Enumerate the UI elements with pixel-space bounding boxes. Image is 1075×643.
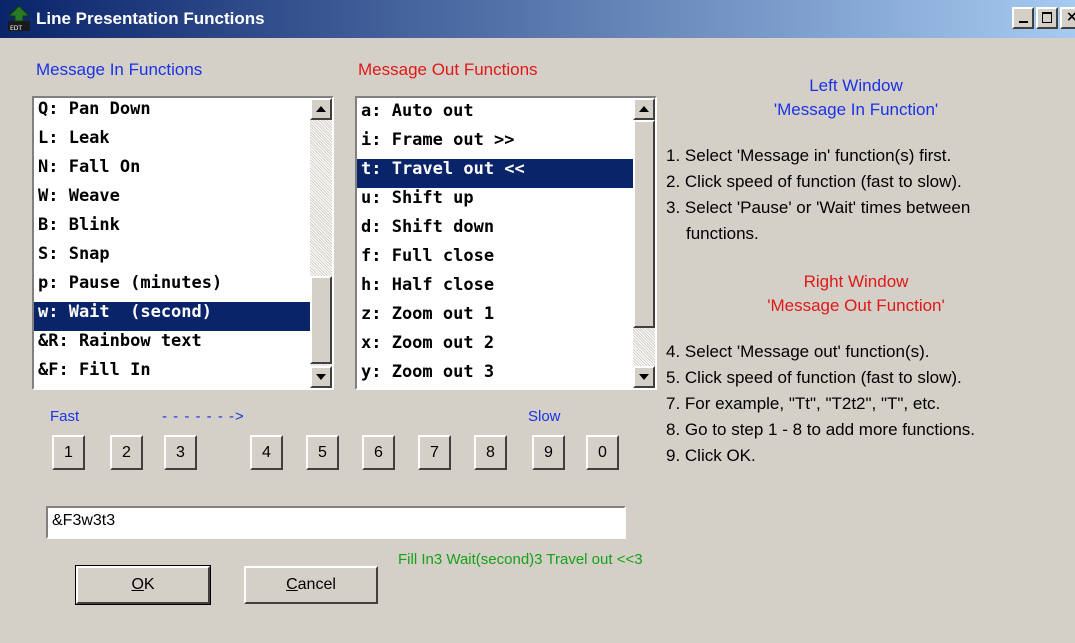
help-step: 1. Select 'Message in' function(s) first… [666, 146, 952, 165]
help-step: 8. Go to step 1 - 8 to add more function… [666, 420, 976, 439]
message-out-items: a: Auto out i: Frame out >> t: Travel out … [357, 101, 633, 388]
list-item[interactable]: N: Fall On [34, 157, 310, 186]
scroll-down-button[interactable] [310, 366, 332, 388]
list-item[interactable]: L: Leak [34, 128, 310, 157]
speed-button-5[interactable]: 5 [306, 435, 339, 470]
speed-button-9[interactable]: 9 [532, 435, 565, 470]
list-item[interactable]: x: Zoom out 2 [357, 333, 633, 362]
message-in-header: Message In Functions [36, 60, 203, 79]
list-item[interactable]: t: Travel out << [357, 159, 633, 188]
message-out-scrollbar[interactable] [633, 98, 655, 388]
maximize-button[interactable] [1036, 7, 1058, 29]
left-window-title: Left Window [809, 76, 903, 95]
message-out-header: Message Out Functions [358, 60, 538, 79]
list-item[interactable]: u: Shift up [357, 188, 633, 217]
message-in-listbox[interactable]: Q: Pan Down L: Leak N: Fall On W: Weave B: B… [32, 96, 334, 390]
sequence-input[interactable]: &F3w3t3 [46, 506, 626, 539]
scroll-down-button[interactable] [633, 366, 655, 388]
cancel-mnemonic: C [286, 576, 298, 593]
speed-button-6[interactable]: 6 [362, 435, 395, 470]
scroll-up-button[interactable] [633, 98, 655, 120]
list-item[interactable]: z: Zoom out 1 [357, 304, 633, 333]
ok-button[interactable]: OK [75, 565, 211, 605]
list-item[interactable]: &R: Rainbow text [34, 331, 310, 360]
slow-label: Slow [528, 408, 561, 425]
arrow-down-icon [639, 374, 649, 380]
arrow-up-icon [639, 106, 649, 112]
ok-mnemonic: O [131, 576, 144, 593]
speed-button-4[interactable]: 4 [250, 435, 283, 470]
help-step: 7. For example, "Tt", "T2t2", "T", etc. [666, 394, 941, 413]
right-window-title: Right Window [803, 272, 909, 291]
minimize-button[interactable] [1012, 7, 1034, 29]
right-window-subtitle: 'Message Out Function' [767, 296, 945, 315]
cancel-label-rest: ancel [297, 576, 336, 593]
help-step: functions. [686, 224, 759, 243]
help-step: 9. Click OK. [666, 446, 756, 465]
list-item[interactable]: h: Half close [357, 275, 633, 304]
help-step: 3. Select 'Pause' or 'Wait' times betwee… [666, 198, 971, 217]
scroll-up-button[interactable] [310, 98, 332, 120]
speed-button-1[interactable]: 1 [52, 435, 85, 470]
arrow-down-icon [316, 374, 326, 380]
close-icon: × [1066, 9, 1075, 25]
speed-button-2[interactable]: 2 [110, 435, 143, 470]
list-item[interactable]: p: Pause (minutes) [34, 273, 310, 302]
speed-button-3[interactable]: 3 [164, 435, 197, 470]
list-item[interactable]: Q: Pan Down [34, 99, 310, 128]
edt-app-icon: EDT [8, 5, 30, 31]
close-button[interactable]: × [1060, 7, 1075, 29]
list-item[interactable]: d: Shift down [357, 217, 633, 246]
list-item[interactable]: &F: Fill In [34, 360, 310, 388]
ok-label-rest: K [143, 576, 155, 593]
speed-button-7[interactable]: 7 [418, 435, 451, 470]
list-item[interactable]: w: Wait (second) [34, 302, 310, 331]
scroll-thumb[interactable] [633, 120, 655, 328]
help-step: 4. Select 'Message out' function(s). [666, 342, 930, 361]
message-in-scrollbar[interactable] [310, 98, 332, 388]
message-out-listbox[interactable]: a: Auto out i: Frame out >> t: Travel out … [355, 96, 657, 390]
title-bar: EDT Line Presentation Functions × [0, 0, 1075, 38]
fast-label: Fast [50, 408, 80, 425]
sequence-description: Fill In3 Wait(second)3 Travel out <<3 [398, 551, 643, 568]
list-item[interactable]: W: Weave [34, 186, 310, 215]
svg-text:EDT: EDT [10, 25, 22, 31]
list-item[interactable]: y: Zoom out 3 [357, 362, 633, 388]
window-title: Line Presentation Functions [36, 9, 265, 28]
speed-arrow-label: - - - - - - -> [162, 408, 245, 425]
speed-button-0[interactable]: 0 [586, 435, 619, 470]
list-item[interactable]: i: Frame out >> [357, 130, 633, 159]
cancel-button[interactable]: Cancel [244, 566, 378, 604]
help-step: 2. Click speed of function (fast to slow… [666, 172, 962, 191]
list-item[interactable]: a: Auto out [357, 101, 633, 130]
left-window-subtitle: 'Message In Function' [773, 100, 939, 119]
list-item[interactable]: B: Blink [34, 215, 310, 244]
help-step: 5. Click speed of function (fast to slow… [666, 368, 962, 387]
list-item[interactable]: S: Snap [34, 244, 310, 273]
message-in-items: Q: Pan Down L: Leak N: Fall On W: Weave B: B… [34, 99, 310, 388]
list-item[interactable]: f: Full close [357, 246, 633, 275]
scroll-thumb[interactable] [310, 276, 332, 364]
arrow-up-icon [316, 106, 326, 112]
speed-button-8[interactable]: 8 [474, 435, 507, 470]
